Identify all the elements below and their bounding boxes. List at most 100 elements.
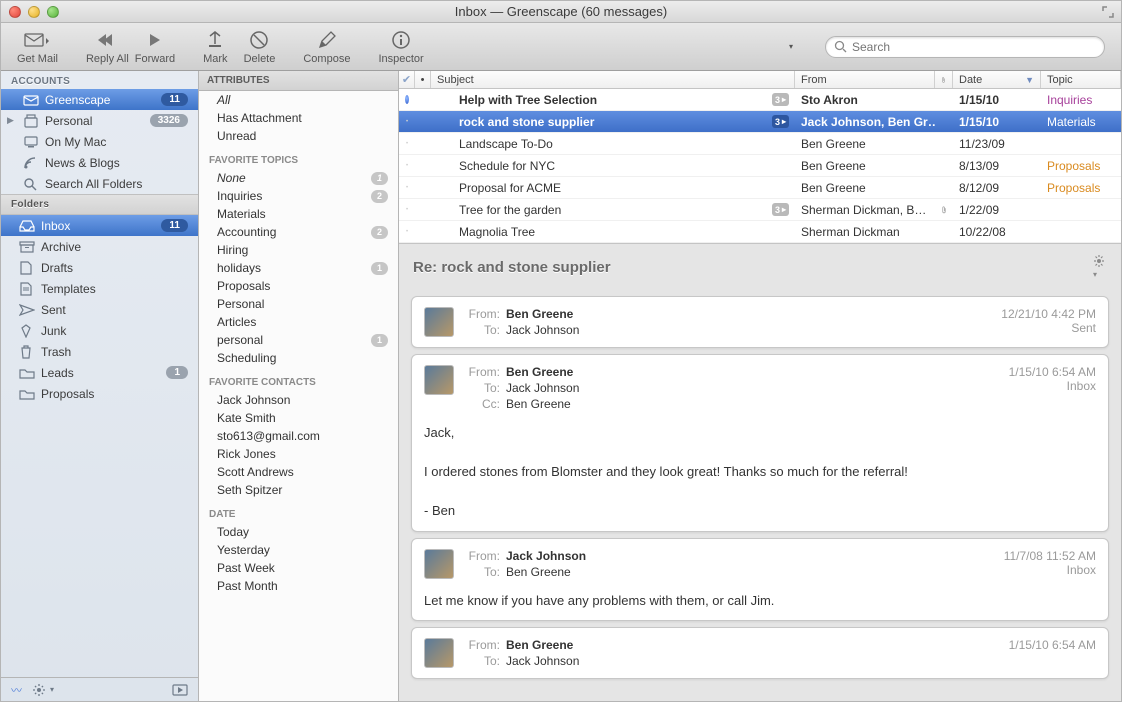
message-subject: Help with Tree Selection [459, 93, 766, 107]
message-card[interactable]: From:Ben GreeneTo:Jack Johnson1/15/10 6:… [411, 627, 1109, 679]
topic-count: 1 [371, 262, 388, 275]
avatar [424, 549, 454, 579]
date-filter-yesterday[interactable]: Yesterday [199, 541, 398, 559]
favorite-contacts-header: FAVORITE CONTACTS [199, 367, 398, 391]
card-timestamp: 11/7/08 11:52 AM [1004, 549, 1096, 563]
sidebar-account-news-&-blogs[interactable]: News & Blogs [1, 152, 198, 173]
col-status[interactable]: ✔ [399, 71, 415, 88]
sidebar-folder-drafts[interactable]: Drafts [1, 257, 198, 278]
attribute-unread[interactable]: Unread [199, 127, 398, 145]
topic-articles[interactable]: Articles [199, 313, 398, 331]
message-row[interactable]: Help with Tree Selection3Sto Akron1/15/1… [399, 89, 1121, 111]
contact-item[interactable]: Jack Johnson [199, 391, 398, 409]
card-location: Sent [1001, 321, 1096, 335]
col-date[interactable]: Date▼ [953, 71, 1041, 88]
compose-button[interactable]: Compose [303, 29, 350, 65]
zoom-window-button[interactable] [47, 6, 59, 18]
window-title: Inbox — Greenscape (60 messages) [1, 4, 1121, 19]
message-from: Sherman Dickman, B… [801, 203, 926, 217]
topic-scheduling[interactable]: Scheduling [199, 349, 398, 367]
inspector-button[interactable]: Inspector [378, 29, 423, 65]
search-field-wrap[interactable] [825, 36, 1105, 58]
sidebar-folder-trash[interactable]: Trash [1, 341, 198, 362]
contact-item[interactable]: Rick Jones [199, 445, 398, 463]
mark-button[interactable]: Mark [203, 29, 227, 65]
message-row[interactable]: •rock and stone supplier3Jack Johnson, B… [399, 111, 1121, 133]
topic-materials[interactable]: Materials [199, 205, 398, 223]
col-from[interactable]: From [795, 71, 935, 88]
topic-label: Materials [217, 207, 388, 221]
contact-item[interactable]: Kate Smith [199, 409, 398, 427]
folder-icon [19, 388, 35, 400]
col-thread[interactable]: • [415, 71, 431, 88]
thread-gear-icon[interactable]: ▾ [1093, 254, 1107, 280]
sidebar-folder-templates[interactable]: Templates [1, 278, 198, 299]
message-row[interactable]: •Tree for the garden3Sherman Dickman, B…… [399, 199, 1121, 221]
sidebar-account-search-all-folders[interactable]: Search All Folders [1, 173, 198, 194]
card-to: Ben Greene [506, 565, 571, 579]
fullscreen-icon[interactable] [1101, 5, 1115, 19]
delete-button[interactable]: Delete [244, 29, 276, 65]
message-subject: Landscape To-Do [459, 137, 789, 151]
search-scope-caret-icon[interactable]: ▾ [789, 42, 793, 51]
message-row[interactable]: •Proposal for ACMEBen Greene8/12/09Propo… [399, 177, 1121, 199]
contact-item[interactable]: Scott Andrews [199, 463, 398, 481]
contact-item[interactable]: Seth Spitzer [199, 481, 398, 499]
sidebar-account-personal[interactable]: ▶Personal3326 [1, 110, 198, 131]
topic-holidays[interactable]: holidays1 [199, 259, 398, 277]
close-window-button[interactable] [9, 6, 21, 18]
message-row[interactable]: •Magnolia TreeSherman Dickman10/22/08 [399, 221, 1121, 243]
message-row[interactable]: •Schedule for NYCBen Greene8/13/09Propos… [399, 155, 1121, 177]
card-to: Jack Johnson [506, 323, 579, 337]
slideshow-icon[interactable] [172, 684, 188, 696]
date-filter-past-month[interactable]: Past Month [199, 577, 398, 595]
search-input[interactable] [852, 40, 1096, 54]
sidebar-folder-sent[interactable]: Sent [1, 299, 198, 320]
message-row[interactable]: •Landscape To-DoBen Greene11/23/09 [399, 133, 1121, 155]
attribute-has-attachment[interactable]: Has Attachment [199, 109, 398, 127]
col-attachment[interactable] [935, 71, 953, 88]
account-icon [23, 136, 39, 148]
date-header: DATE [199, 499, 398, 523]
topic-none[interactable]: None1 [199, 169, 398, 187]
message-card[interactable]: From:Ben GreeneTo:Jack Johnson12/21/10 4… [411, 296, 1109, 348]
topic-personal[interactable]: Personal [199, 295, 398, 313]
sidebar-account-greenscape[interactable]: Greenscape11 [1, 89, 198, 110]
topic-proposals[interactable]: Proposals [199, 277, 398, 295]
topic-label: Materials [1047, 115, 1096, 129]
sidebar-folder-proposals[interactable]: Proposals [1, 383, 198, 404]
date-filter-today[interactable]: Today [199, 523, 398, 541]
delete-icon [249, 29, 269, 51]
date-filter-past-week[interactable]: Past Week [199, 559, 398, 577]
topic-accounting[interactable]: Accounting2 [199, 223, 398, 241]
message-card[interactable]: From:Ben GreeneTo:Jack JohnsonCc:Ben Gre… [411, 354, 1109, 532]
attribute-all[interactable]: All [199, 91, 398, 109]
topic-inquiries[interactable]: Inquiries2 [199, 187, 398, 205]
sidebar-account-on-my-mac[interactable]: On My Mac [1, 131, 198, 152]
get-mail-icon [24, 29, 50, 51]
sidebar-folder-leads[interactable]: Leads1 [1, 362, 198, 383]
folder-label: Proposals [41, 387, 188, 401]
get-mail-button[interactable]: Get Mail [17, 29, 58, 65]
folder-label: Junk [41, 324, 188, 338]
sidebar-folder-inbox[interactable]: Inbox11 [1, 215, 198, 236]
sidebar-folder-archive[interactable]: Archive [1, 236, 198, 257]
message-card[interactable]: From:Jack JohnsonTo:Ben Greene11/7/08 11… [411, 538, 1109, 622]
reply-all-button[interactable]: Reply All [86, 29, 129, 65]
topic-personal[interactable]: personal1 [199, 331, 398, 349]
read-dot-icon: • [406, 163, 408, 169]
folder-icon [19, 367, 35, 379]
minimize-window-button[interactable] [28, 6, 40, 18]
date-label: Past Month [217, 579, 388, 593]
topic-label: Inquiries [217, 189, 371, 203]
disclosure-triangle-icon[interactable]: ▶ [7, 115, 14, 126]
forward-button[interactable]: Forward [135, 29, 175, 65]
activity-icon[interactable]: 〰 [11, 682, 22, 698]
contact-item[interactable]: sto613@gmail.com [199, 427, 398, 445]
col-topic[interactable]: Topic [1041, 71, 1121, 88]
topic-hiring[interactable]: Hiring [199, 241, 398, 259]
gear-icon[interactable] [32, 683, 46, 697]
sidebar-folder-junk[interactable]: Junk [1, 320, 198, 341]
col-subject[interactable]: Subject [431, 71, 795, 88]
date-label: Yesterday [217, 543, 388, 557]
